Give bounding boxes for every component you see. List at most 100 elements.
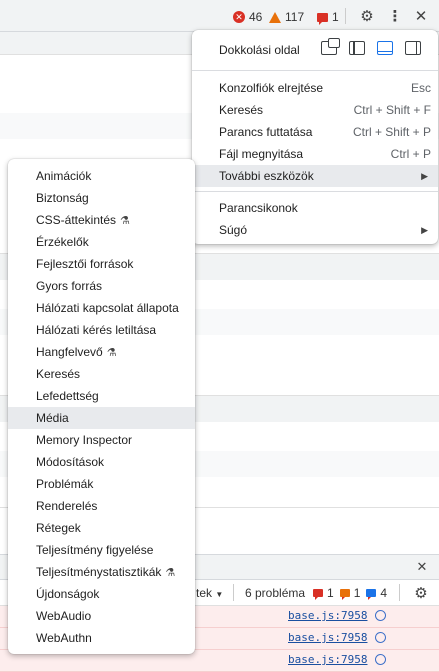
menu-item-shortcut: Ctrl + Shift + P xyxy=(352,125,431,139)
menu-item-label: Memory Inspector xyxy=(36,433,133,447)
problem-count-error: 1 xyxy=(327,586,334,600)
tool-media[interactable]: Média xyxy=(8,407,195,429)
tool-sensors[interactable]: Érzékelők xyxy=(8,231,195,253)
source-link[interactable]: base.js:7958 xyxy=(288,609,367,622)
devtools-toolbar: ✕ 46 117 1 ⚙ ⋮ ✕ xyxy=(0,0,439,32)
chevron-down-icon: ▼ xyxy=(215,590,224,599)
tool-quick-source[interactable]: Gyors forrás xyxy=(8,275,195,297)
tool-layers[interactable]: Rétegek xyxy=(8,517,195,539)
flask-icon: ⚗ xyxy=(165,567,176,579)
menu-item-label: Teljesítmény figyelése xyxy=(36,543,154,557)
gear-icon[interactable]: ⚙ xyxy=(357,6,377,26)
submenu-arrow-icon: ▶ xyxy=(421,225,428,235)
menu-item-label: WebAudio xyxy=(36,609,92,623)
log-level-label: tek xyxy=(196,586,213,600)
menu-item-label: Konzolfiók elrejtése xyxy=(219,81,324,95)
issue-icon xyxy=(313,589,324,600)
tool-whats-new[interactable]: Újdonságok xyxy=(8,583,195,605)
menu-item-shortcut: Ctrl + P xyxy=(390,147,431,161)
menu-item-label: Teljesítménystatisztikák xyxy=(36,565,162,579)
toolbar-divider xyxy=(399,584,400,601)
issue-warning-icon xyxy=(339,589,350,600)
tool-webauthn[interactable]: WebAuthn xyxy=(8,627,195,649)
menu-item-more-tools[interactable]: További eszközök ▶ xyxy=(192,165,438,187)
toolbar-divider xyxy=(233,584,234,601)
issue-info-icon xyxy=(366,589,377,600)
menu-item-label: Média xyxy=(36,411,69,425)
problem-count-info: 4 xyxy=(380,586,388,600)
dock-right-icon[interactable] xyxy=(405,41,421,55)
warning-counter[interactable]: 117 xyxy=(269,9,304,25)
warning-icon xyxy=(269,11,281,23)
more-tools-submenu: Animációk Biztonság CSS-áttekintés ⚗ Érzé… xyxy=(8,159,195,654)
close-icon[interactable]: ✕ xyxy=(412,557,432,577)
error-count: 46 xyxy=(249,10,263,24)
flask-icon: ⚗ xyxy=(120,215,130,227)
kebab-menu-icon[interactable]: ⋮ xyxy=(385,6,405,26)
menu-item-open-file[interactable]: Fájl megnyitása Ctrl + P xyxy=(192,143,438,165)
menu-item-label: Rétegek xyxy=(36,521,81,535)
problems-button[interactable]: 6 probléma 1 1 4 xyxy=(245,586,387,600)
menu-item-label: Parancs futtatása xyxy=(219,125,313,139)
submenu-arrow-icon: ▶ xyxy=(421,171,428,181)
tool-search[interactable]: Keresés xyxy=(8,363,195,385)
error-icon: ✕ xyxy=(233,11,245,23)
issue-icon xyxy=(317,12,328,25)
network-icon xyxy=(375,632,386,643)
gear-icon[interactable]: ⚙ xyxy=(411,583,431,603)
log-level-dropdown[interactable]: tek ▼ xyxy=(196,586,223,600)
menu-item-search[interactable]: Keresés Ctrl + Shift + F xyxy=(192,99,438,121)
menu-separator xyxy=(192,70,438,71)
source-link[interactable]: base.js:7958 xyxy=(288,653,367,666)
menu-item-label: Keresés xyxy=(219,103,264,117)
tool-memory-inspector[interactable]: Memory Inspector xyxy=(8,429,195,451)
tool-performance-monitor[interactable]: Teljesítmény figyelése xyxy=(8,539,195,561)
tool-performance-insights[interactable]: Teljesítménystatisztikák ⚗ xyxy=(8,561,195,583)
flask-icon: ⚗ xyxy=(106,347,117,359)
warning-count: 117 xyxy=(285,10,305,24)
menu-item-label: Újdonságok xyxy=(36,587,100,601)
tool-network-conditions[interactable]: Hálózati kapcsolat állapota xyxy=(8,297,195,319)
menu-item-label: Animációk xyxy=(36,169,92,183)
menu-item-hide-console-drawer[interactable]: Konzolfiók elrejtése Esc xyxy=(192,77,438,99)
menu-item-label: Renderelés xyxy=(36,499,98,513)
menu-item-label: Lefedettség xyxy=(36,389,99,403)
menu-item-shortcut: Ctrl + Shift + F xyxy=(353,103,431,117)
menu-item-label: Érzékelők xyxy=(36,235,89,249)
tool-rendering[interactable]: Renderelés xyxy=(8,495,195,517)
menu-item-label: Hálózati kérés letiltása xyxy=(36,323,157,337)
menu-item-label: Módosítások xyxy=(36,455,105,469)
menu-item-label: Súgó xyxy=(219,223,248,237)
dock-left-icon[interactable] xyxy=(349,41,365,55)
error-counter[interactable]: ✕ 46 xyxy=(233,9,262,25)
tool-animations[interactable]: Animációk xyxy=(8,165,195,187)
problems-label: 6 probléma xyxy=(245,586,306,600)
tool-network-request-blocking[interactable]: Hálózati kérés letiltása xyxy=(8,319,195,341)
tool-developer-resources[interactable]: Fejlesztői források xyxy=(8,253,195,275)
network-icon xyxy=(375,610,386,621)
menu-item-label: Fejlesztői források xyxy=(36,257,134,271)
tool-recorder[interactable]: Hangfelvevő ⚗ xyxy=(8,341,195,363)
issue-counter[interactable]: 1 xyxy=(317,9,339,25)
tool-coverage[interactable]: Lefedettség xyxy=(8,385,195,407)
tool-issues[interactable]: Problémák xyxy=(8,473,195,495)
menu-item-label: Keresés xyxy=(36,367,81,381)
source-link[interactable]: base.js:7958 xyxy=(288,631,367,644)
menu-item-label: További eszközök xyxy=(219,169,314,183)
menu-item-help[interactable]: Súgó ▶ xyxy=(192,219,438,241)
close-icon[interactable]: ✕ xyxy=(411,6,431,26)
tool-changes[interactable]: Módosítások xyxy=(8,451,195,473)
tool-webaudio[interactable]: WebAudio xyxy=(8,605,195,627)
tool-css-overview[interactable]: CSS-áttekintés ⚗ xyxy=(8,209,195,231)
menu-item-label: Hálózati kapcsolat állapota xyxy=(36,301,179,315)
menu-item-label: Biztonság xyxy=(36,191,89,205)
customize-devtools-menu: Dokkolási oldal Konzolfiók elrejtése Esc… xyxy=(192,30,438,244)
problem-count-warning: 1 xyxy=(353,586,361,600)
dock-bottom-icon[interactable] xyxy=(377,41,393,55)
network-icon xyxy=(375,654,386,665)
undock-icon[interactable] xyxy=(321,38,340,55)
menu-item-shortcuts[interactable]: Parancsikonok xyxy=(192,197,438,219)
menu-item-label: Gyors forrás xyxy=(36,279,103,293)
menu-item-run-command[interactable]: Parancs futtatása Ctrl + Shift + P xyxy=(192,121,438,143)
tool-security[interactable]: Biztonság xyxy=(8,187,195,209)
